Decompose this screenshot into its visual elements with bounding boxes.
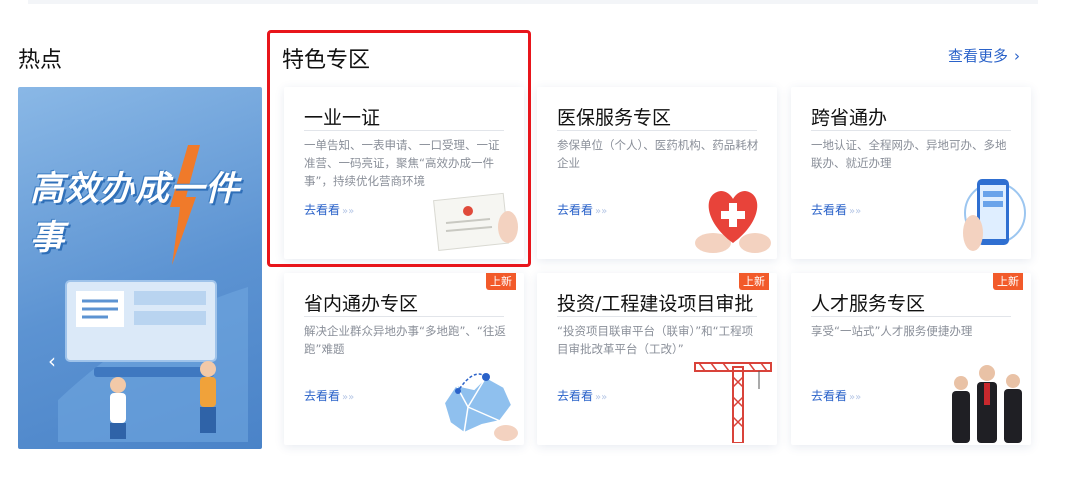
card-divider (304, 130, 504, 131)
card-divider (811, 130, 1011, 131)
go-see-link[interactable]: 去看看»» (557, 201, 607, 218)
go-see-link[interactable]: 去看看»» (304, 387, 354, 404)
card-divider (557, 130, 757, 131)
business-people-illustration (952, 365, 1022, 443)
card-cross-province[interactable]: 跨省通办 一地认证、全程网办、异地可办、多地联办、就近办理 去看看»» (791, 87, 1031, 259)
office-scene-illustration (58, 280, 248, 442)
card-description: 一地认证、全程网办、异地可办、多地联办、就近办理 (811, 138, 1007, 170)
card-yiye-yizheng[interactable]: 一业一证 一单告知、一表申请、一口受理、一证准营、一码亮证，聚焦“高效办成一件事… (284, 87, 524, 259)
medical-heart-illustration (695, 191, 771, 253)
hot-banner[interactable]: 高效办成一件事 ‹ (18, 87, 262, 449)
go-see-link[interactable]: 去看看»» (557, 387, 607, 404)
card-description: 享受“一站式”人才服务便捷办理 (811, 324, 973, 338)
card-medical-insurance[interactable]: 医保服务专区 参保单位（个人）、医药机构、药品耗材企业 去看看»» (537, 87, 777, 259)
new-badge: 上新 (486, 273, 516, 290)
go-see-label: 去看看 (304, 203, 341, 217)
double-chevron-icon: »» (849, 392, 862, 403)
card-divider (811, 316, 1011, 317)
card-title: 投资/工程建设项目审批 (557, 293, 754, 315)
go-see-label: 去看看 (557, 203, 594, 217)
card-investment-construction[interactable]: 上新 投资/工程建设项目审批 “投资项目联审平台（联审）”和“工程项目审批改革平… (537, 273, 777, 445)
go-see-label: 去看看 (557, 389, 594, 403)
mobile-phone-illustration (963, 179, 1026, 251)
double-chevron-icon: »» (595, 392, 608, 403)
card-title: 省内通办专区 (304, 293, 419, 315)
new-badge: 上新 (739, 273, 769, 290)
double-chevron-icon: »» (849, 206, 862, 217)
double-chevron-icon: »» (342, 392, 355, 403)
province-map-illustration (442, 373, 518, 441)
card-description: “投资项目联审平台（联审）”和“工程项目审批改革平台（工改）” (557, 324, 754, 356)
card-description: 一单告知、一表申请、一口受理、一证准营、一码亮证，聚焦“高效办成一件事”，持续优… (304, 138, 500, 188)
carousel-prev-icon[interactable]: ‹ (48, 349, 56, 373)
card-title: 人才服务专区 (811, 293, 926, 315)
banner-text: 高效办成一件事 (30, 169, 240, 258)
go-see-link[interactable]: 去看看»» (304, 201, 354, 218)
special-section-title: 特色专区 (282, 48, 371, 73)
card-talent-service[interactable]: 上新 人才服务专区 享受“一站式”人才服务便捷办理 去看看»» (791, 273, 1031, 445)
go-see-link[interactable]: 去看看»» (811, 201, 861, 218)
certificate-illustration (433, 192, 518, 251)
go-see-label: 去看看 (811, 203, 848, 217)
new-badge: 上新 (993, 273, 1023, 290)
go-see-label: 去看看 (304, 389, 341, 403)
view-more-link[interactable]: 查看更多 › (948, 45, 1020, 66)
hot-section-title: 热点 (18, 48, 63, 73)
card-title: 一业一证 (304, 107, 381, 129)
card-divider (304, 316, 504, 317)
card-description: 解决企业群众异地办事“多地跑”、“往返跑”难题 (304, 324, 506, 356)
go-see-link[interactable]: 去看看»» (811, 387, 861, 404)
double-chevron-icon: »» (342, 206, 355, 217)
card-title: 医保服务专区 (557, 107, 672, 129)
card-in-province[interactable]: 上新 省内通办专区 解决企业群众异地办事“多地跑”、“往返跑”难题 去看看»» (284, 273, 524, 445)
card-divider (557, 316, 757, 317)
top-divider (28, 0, 1038, 4)
card-title: 跨省通办 (811, 107, 888, 129)
go-see-label: 去看看 (811, 389, 848, 403)
chevron-right-icon: › (1014, 47, 1021, 65)
double-chevron-icon: »» (595, 206, 608, 217)
view-more-label: 查看更多 (948, 47, 1009, 65)
crane-illustration (694, 362, 772, 443)
card-description: 参保单位（个人）、医药机构、药品耗材企业 (557, 138, 759, 170)
